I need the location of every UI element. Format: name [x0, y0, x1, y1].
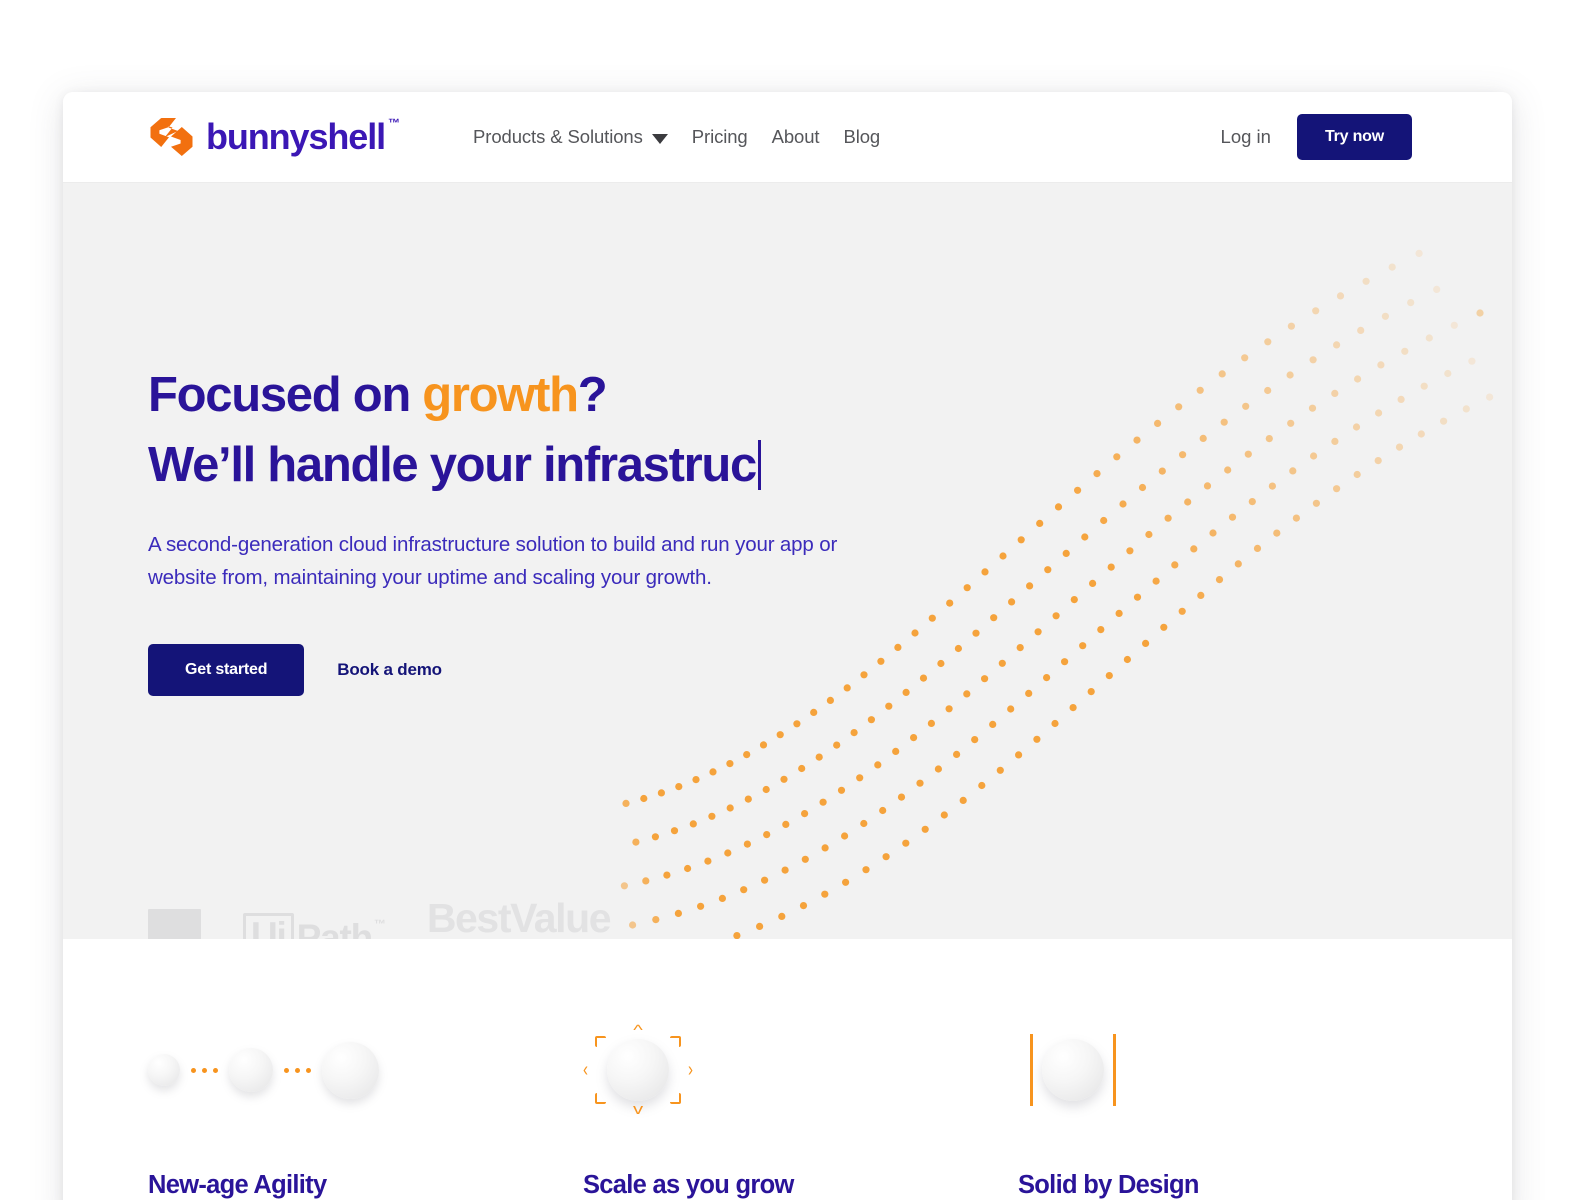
sphere [607, 1039, 669, 1101]
uipath-trademark: ™ [374, 917, 386, 932]
uipath-rest-text: Path [296, 916, 374, 939]
arrow-up-icon: ^ [633, 1022, 643, 1039]
hero-title-accent: growth [422, 368, 579, 422]
feature-new-age-agility: New-age Agility [148, 1022, 583, 1200]
client-logo-uipath: Ui Path ™ [243, 913, 386, 939]
nav-label: Pricing [691, 126, 748, 147]
brand-wordmark: bunnyshell ™ [206, 116, 400, 157]
hero-title: Focused on growth? We’ll handle your inf… [148, 361, 883, 500]
bracket-bottom-right-icon [670, 1093, 681, 1104]
sphere [1042, 1039, 1104, 1101]
hero-title-line2: We’ll handle your infrastruc [148, 437, 757, 492]
trademark-symbol: ™ [388, 116, 400, 130]
uipath-boxed-text: Ui [243, 913, 294, 939]
book-a-demo-link[interactable]: Book a demo [337, 660, 442, 680]
nav-label: Blog [843, 126, 881, 147]
bracket-top-right-icon [670, 1036, 681, 1047]
arrow-left-icon: ‹ [583, 1058, 588, 1082]
nav-label: About [771, 126, 820, 147]
dot-connector [273, 1067, 322, 1073]
feature-scale-as-you-grow: ^ v ‹ › Scale as you grow [583, 1022, 1018, 1200]
arrow-down-icon: v [632, 1101, 644, 1118]
bestvalue-name: BestValue [426, 895, 612, 939]
hero-cta-group: Get started Book a demo [148, 643, 883, 696]
nav-item-pricing[interactable]: Pricing [692, 126, 748, 148]
solid-icon-wrap [1018, 1022, 1128, 1118]
page-root: bunnyshell ™ Products & Solutions Pricing… [0, 0, 1575, 1200]
vertical-bar-left-icon [1030, 1034, 1033, 1106]
sphere-small [148, 1054, 180, 1086]
client-logo-orange: orange [148, 909, 201, 939]
nav-item-blog[interactable]: Blog [843, 126, 880, 148]
get-started-button[interactable]: Get started [148, 643, 305, 696]
login-link[interactable]: Log in [1221, 126, 1271, 148]
client-logos-row: orange UiPath™ BestValue DUTY FREE EXPER… [148, 898, 697, 939]
growing-spheres-icon [148, 1022, 583, 1118]
spheres-group [148, 1041, 379, 1099]
bunnyshell-chevron-mark-icon [150, 118, 193, 156]
hero-title-suffix: ? [577, 368, 608, 422]
brand-name-text: bunnyshell [206, 116, 386, 157]
main-navigation: Products & Solutions Pricing About Blog [473, 126, 880, 148]
nav-label: Products & Solutions [473, 126, 643, 147]
try-now-button[interactable]: Try now [1296, 114, 1412, 160]
bracket-top-left-icon [595, 1036, 606, 1047]
sphere-between-bars-icon [1018, 1022, 1453, 1118]
typing-caret-icon [758, 439, 761, 490]
hero-subtitle: A second-generation cloud infrastructure… [148, 533, 838, 589]
nav-item-about[interactable]: About [772, 126, 820, 148]
bracket-bottom-left-icon [595, 1093, 606, 1104]
chevron-down-icon[interactable] [651, 133, 668, 144]
scale-icon-wrap: ^ v ‹ › [583, 1022, 693, 1118]
dot-connector [180, 1067, 229, 1073]
hero-content: Focused on growth? We’ll handle your inf… [63, 183, 883, 696]
client-logo-bestvalue: BestValue DUTY FREE EXPERIENCE [427, 898, 697, 939]
brand-logo[interactable]: bunnyshell ™ [148, 116, 400, 157]
scale-brackets-icon: ^ v ‹ › [583, 1022, 1018, 1118]
hero-title-line1: Focused on growth? [148, 368, 608, 422]
vertical-bar-right-icon [1113, 1034, 1116, 1106]
hero-title-prefix: Focused on [148, 368, 423, 422]
sphere-medium [229, 1048, 273, 1092]
site-header: bunnyshell ™ Products & Solutions Pricing… [63, 92, 1512, 183]
features-section: New-age Agility ^ v ‹ › Scale as you gro… [63, 939, 1512, 1200]
header-actions: Log in Try now [1221, 114, 1512, 160]
hero-section: Focused on growth? We’ll handle your inf… [63, 183, 1512, 939]
feature-solid-by-design: Solid by Design [1018, 1022, 1453, 1200]
feature-title: New-age Agility [148, 1171, 327, 1199]
feature-title: Scale as you grow [583, 1171, 794, 1199]
feature-title: Solid by Design [1018, 1171, 1199, 1199]
arrow-right-icon: › [688, 1058, 693, 1082]
nav-item-products-solutions[interactable]: Products & Solutions [473, 126, 668, 148]
sphere-large [322, 1041, 379, 1099]
browser-window-card: bunnyshell ™ Products & Solutions Pricing… [63, 92, 1512, 1200]
